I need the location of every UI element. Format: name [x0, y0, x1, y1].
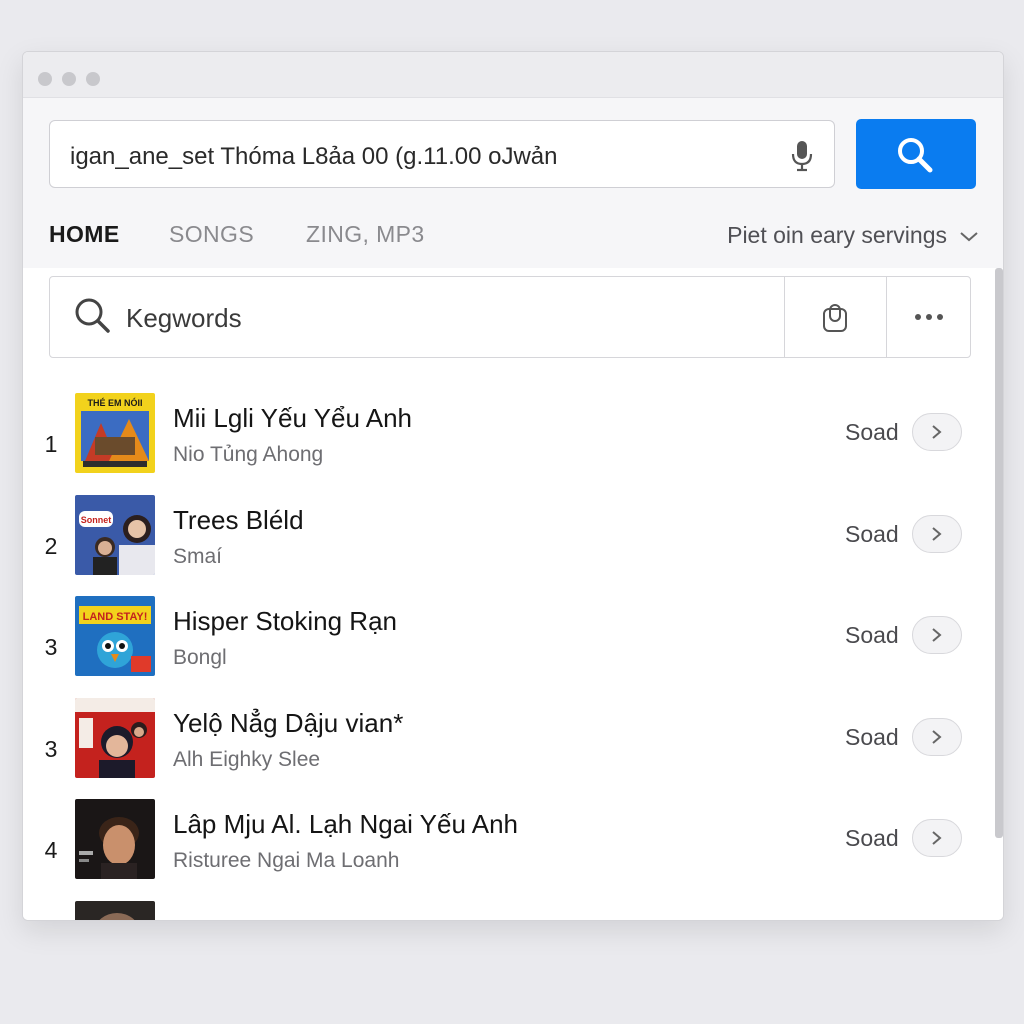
song-open-button[interactable]: [912, 616, 962, 654]
url-bar[interactable]: igan_ane_set Thóma L8ảa 00 (g.11.00 oJwả…: [49, 120, 835, 188]
song-row[interactable]: 3 Yelộ Nẳg Dậju vian* Alh Eighky Slee So…: [23, 698, 1003, 800]
song-title: Hisper Stoking Rạn: [173, 606, 397, 636]
song-action-label[interactable]: Soad: [845, 825, 899, 852]
window-minimize-dot[interactable]: [62, 72, 76, 86]
more-options-button[interactable]: [886, 277, 971, 357]
song-open-button[interactable]: [912, 819, 962, 857]
chevron-right-icon: [932, 730, 942, 744]
keyword-search-bar: [49, 276, 971, 358]
song-open-button[interactable]: [912, 515, 962, 553]
account-menu-label: Piet oin eary servings: [727, 222, 947, 248]
song-open-button[interactable]: [912, 718, 962, 756]
tab-home[interactable]: HOME: [49, 221, 120, 248]
chevron-down-icon: [959, 222, 979, 249]
song-artist: Bongl: [173, 646, 227, 669]
song-action-label[interactable]: Soad: [845, 521, 899, 548]
window-titlebar: [23, 52, 1003, 98]
keyword-search-input[interactable]: [124, 297, 728, 339]
song-rank: 3: [44, 736, 58, 762]
url-input[interactable]: igan_ane_set Thóma L8ảa 00 (g.11.00 oJwả…: [70, 143, 557, 171]
window-close-dot[interactable]: [38, 72, 52, 86]
top-header: igan_ane_set Thóma L8ảa 00 (g.11.00 oJwả…: [23, 98, 1003, 268]
clipboard-icon: [823, 304, 847, 332]
song-artist: Smaí: [173, 545, 223, 568]
song-action-label[interactable]: Soad: [845, 419, 899, 446]
cover-text: LAND STAY!: [83, 611, 148, 623]
song-artist: Nio Tủng Ahong: [173, 443, 324, 466]
song-title: Lâp Mju Al. Lạh Ngai Yếu Anh: [173, 809, 518, 839]
song-row-partial[interactable]: [23, 901, 1003, 920]
song-title: Trees Bléld: [173, 505, 304, 535]
album-cover: [75, 799, 155, 879]
song-rank: 4: [44, 837, 58, 863]
chevron-right-icon: [932, 831, 942, 845]
song-artist: Alh Eighky Slee: [173, 748, 321, 771]
album-cover: [75, 698, 155, 778]
song-rank: 1: [44, 431, 58, 457]
song-action-label[interactable]: Soad: [845, 622, 899, 649]
tab-songs[interactable]: SONGS: [169, 221, 254, 248]
song-row[interactable]: 4 Lâp Mju Al. Lạh Ngai Yếu Anh Risturee …: [23, 799, 1003, 901]
song-artist: Risturee Ngai Ma Loanh: [173, 849, 400, 872]
chevron-right-icon: [932, 628, 942, 642]
cover-text: Sonnet: [81, 515, 112, 525]
album-cover: Sonnet: [75, 495, 155, 575]
window-maximize-dot[interactable]: [86, 72, 100, 86]
song-open-button[interactable]: [912, 413, 962, 451]
browser-window: igan_ane_set Thóma L8ảa 00 (g.11.00 oJwả…: [22, 51, 1004, 921]
chevron-right-icon: [932, 527, 942, 541]
more-horizontal-icon: [915, 314, 943, 320]
song-rank: 3: [44, 634, 58, 660]
microphone-icon[interactable]: [790, 139, 814, 173]
album-cover: THÉ EM NÓII: [75, 393, 155, 473]
song-title: Yelộ Nẳg Dậju vian*: [173, 708, 404, 738]
scrollbar[interactable]: [995, 268, 1003, 838]
chevron-right-icon: [932, 425, 942, 439]
clipboard-button[interactable]: [784, 277, 887, 357]
album-cover: [75, 901, 155, 920]
search-button[interactable]: [856, 119, 976, 189]
song-row[interactable]: 3 LAND STAY! Hisper Stoking Rạn Bongl So…: [23, 596, 1003, 698]
song-rank: 2: [44, 533, 58, 559]
search-icon: [74, 297, 112, 340]
account-menu[interactable]: Piet oin eary servings: [727, 222, 979, 249]
main-content: 1 THÉ EM NÓII Mii Lgli Yếu Yểu Anh Nio T…: [23, 268, 1003, 920]
cover-text: THÉ EM NÓII: [87, 397, 142, 408]
album-cover: LAND STAY!: [75, 596, 155, 676]
search-icon: [898, 138, 933, 173]
song-row[interactable]: 2 Sonnet Trees Bléld Smaí Soad: [23, 495, 1003, 597]
main-tabs: HOME SONGS ZING, MP3 Piet oin eary servi…: [49, 221, 979, 257]
song-row[interactable]: 1 THÉ EM NÓII Mii Lgli Yếu Yểu Anh Nio T…: [23, 393, 1003, 495]
song-title: Mii Lgli Yếu Yểu Anh: [173, 403, 412, 433]
song-action-label[interactable]: Soad: [845, 724, 899, 751]
tab-zing-mp3[interactable]: ZING, MP3: [306, 221, 425, 248]
